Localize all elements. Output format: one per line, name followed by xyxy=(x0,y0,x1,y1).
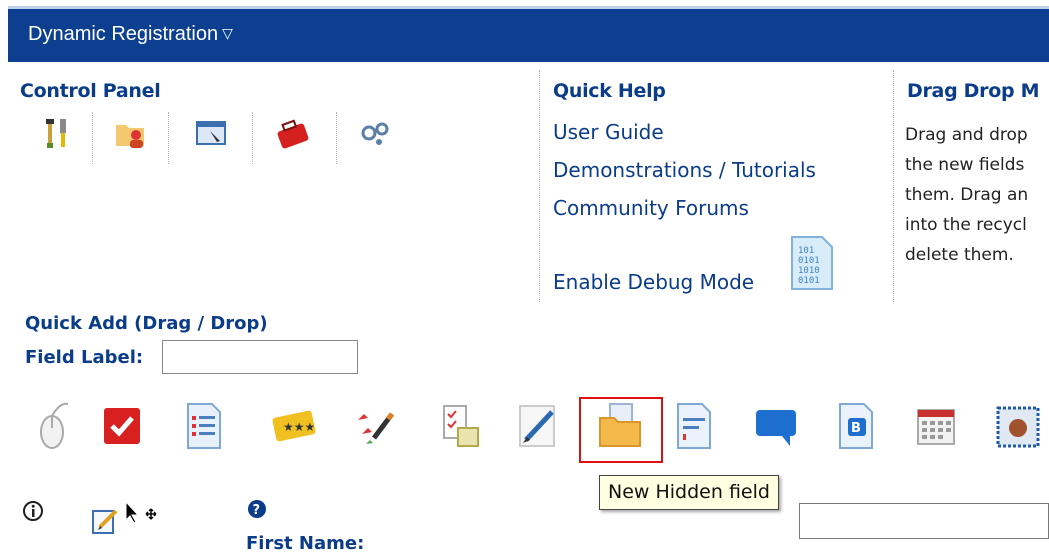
tooltip: New Hidden field xyxy=(599,475,779,510)
community-forums-link[interactable]: Community Forums xyxy=(553,196,749,220)
user-guide-link[interactable]: User Guide xyxy=(553,120,664,144)
tutorials-link[interactable]: Demonstrations / Tutorials xyxy=(553,158,816,182)
enable-debug-link[interactable]: Enable Debug Mode xyxy=(553,270,754,294)
mouse-icon[interactable] xyxy=(28,400,76,452)
debug-binary-icon[interactable]: 101 0101 1010 0101 xyxy=(788,235,836,291)
edit-icon[interactable] xyxy=(90,505,122,537)
svg-text:101: 101 xyxy=(798,246,814,256)
checklist-pen-icon[interactable] xyxy=(352,400,400,452)
hidden-field-highlight xyxy=(579,397,663,463)
rating-stars-icon[interactable]: ★★★ xyxy=(270,400,318,452)
gears-icon[interactable] xyxy=(355,113,395,153)
checklist-doc-icon[interactable] xyxy=(436,400,484,452)
column-separator xyxy=(893,70,894,302)
tools-icon[interactable] xyxy=(38,113,78,153)
numbered-list-icon[interactable] xyxy=(180,400,228,452)
field-label-input[interactable] xyxy=(162,340,358,374)
separator xyxy=(168,112,169,164)
pen-icon[interactable] xyxy=(514,400,562,452)
text-doc-icon[interactable] xyxy=(670,400,718,452)
image-icon[interactable] xyxy=(994,400,1042,452)
title-menu-caret-icon[interactable]: ▽ xyxy=(222,25,233,42)
svg-text:0101: 0101 xyxy=(798,256,820,266)
first-name-label: First Name: xyxy=(246,533,365,554)
bold-doc-icon[interactable]: B xyxy=(832,400,880,452)
svg-text:B: B xyxy=(851,421,861,436)
drag-drop-description: Drag and drop the new fields them. Drag … xyxy=(905,120,1049,270)
quick-help-title: Quick Help xyxy=(553,80,666,102)
field-label-label: Field Label: xyxy=(25,347,144,368)
question-icon[interactable]: ? xyxy=(246,498,268,520)
svg-text:?: ? xyxy=(253,503,261,518)
drag-drop-line: Drag and drop xyxy=(905,125,1028,145)
separator xyxy=(336,112,337,164)
quick-add-title: Quick Add (Drag / Drop) xyxy=(25,313,268,334)
separator xyxy=(92,112,93,164)
drag-drop-line: the new fields xyxy=(905,155,1025,175)
first-name-input[interactable] xyxy=(799,503,1049,539)
module-title-bar: Dynamic Registration ▽ xyxy=(8,6,1049,62)
speech-bubble-icon[interactable] xyxy=(752,400,800,452)
move-cursor-icon xyxy=(124,500,158,528)
module-title[interactable]: Dynamic Registration ▽ xyxy=(28,23,233,46)
calendar-icon[interactable] xyxy=(912,400,960,452)
svg-text:★★★: ★★★ xyxy=(283,420,315,434)
separator xyxy=(252,112,253,164)
svg-text:1010: 1010 xyxy=(798,266,820,276)
toolbox-icon[interactable] xyxy=(273,113,313,153)
column-separator xyxy=(539,70,540,302)
info-icon[interactable] xyxy=(22,500,44,522)
window-edit-icon[interactable] xyxy=(192,113,232,153)
checkbox-icon[interactable] xyxy=(98,400,146,452)
control-panel-title: Control Panel xyxy=(20,80,161,102)
drag-drop-line: delete them. xyxy=(905,245,1014,265)
drag-drop-line: into the recycl xyxy=(905,215,1027,235)
folder-user-icon[interactable] xyxy=(110,113,150,153)
svg-text:0101: 0101 xyxy=(798,276,820,286)
drag-drop-title: Drag Drop M xyxy=(907,80,1040,102)
drag-drop-line: them. Drag an xyxy=(905,185,1029,205)
